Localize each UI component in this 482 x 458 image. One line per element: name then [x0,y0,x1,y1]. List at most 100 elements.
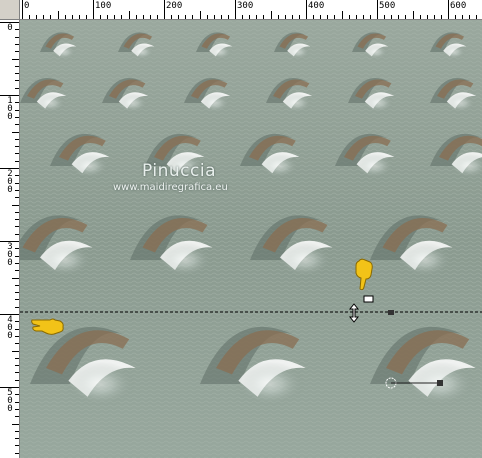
ruler-tick [369,15,371,19]
ruler-tick [15,197,19,199]
ruler-tick [121,15,123,19]
ruler-label: 0 [7,331,13,341]
ruler-tick [15,262,19,264]
vertical-ruler[interactable]: 0100200300400500 [0,20,20,458]
ruler-label: 500 [379,1,396,11]
tooltip-box [363,295,374,303]
ruler-tick [36,15,38,19]
ruler-tick [405,15,407,19]
ruler-tick [462,15,464,19]
ruler-tick [15,248,19,250]
ruler-label: 0 [7,112,13,122]
ruler-tick [12,131,19,133]
ruler-tick [43,15,45,19]
ruler-tick [15,51,19,53]
ruler-tick [12,423,19,425]
ruler-tick [15,73,19,75]
ruler-label: 0 [7,258,13,268]
ruler-tick [12,204,19,206]
ruler-tick [15,452,19,454]
ruler-tick [85,15,87,19]
ruler-tick [220,15,222,19]
ruler-tick [15,87,19,89]
ruler-tick [377,0,378,19]
ruler-tick [15,226,19,228]
ruler-tick [15,189,19,191]
guide-handle [388,310,394,315]
ruler-tick [149,15,151,19]
ruler-tick [15,36,19,38]
ruler-tick [171,15,173,19]
ruler-tick [142,15,144,19]
ruler-tick [284,15,286,19]
ruler-corner [0,0,20,20]
ruler-tick [50,15,52,19]
ruler-tick [15,219,19,221]
horizontal-ruler[interactable]: 0 100 200 300 400 500 600 [20,0,482,20]
ruler-tick [15,335,19,337]
ruler-tick [227,15,229,19]
ruler-label: 200 [166,1,183,11]
ruler-tick [15,109,19,111]
ruler-tick [164,0,165,19]
ruler-tick [398,15,400,19]
ruler-tick [185,15,187,19]
ruler-tick [15,438,19,440]
ruler-tick [15,175,19,177]
ruler-label: 100 [95,1,112,11]
ruler-tick [270,11,272,19]
ruler-tick [199,11,201,19]
ruler-tick [242,15,244,19]
ruler-tick [15,357,19,359]
ruler-tick [15,211,19,213]
ruler-tick [100,15,102,19]
move-cursor-icon [348,303,360,323]
ruler-tick [235,0,236,19]
ruler-tick [348,15,350,19]
ruler-tick [476,15,478,19]
ruler-tick [291,15,293,19]
ruler-tick [440,15,442,19]
rotation-handle-icon[interactable] [384,375,446,391]
ruler-tick [15,321,19,323]
ruler-tick [391,15,393,19]
ruler-label: 400 [308,1,325,11]
ruler-tick [15,146,19,148]
ruler-tick [15,284,19,286]
ruler-tick [93,0,94,19]
ruler-tick [57,11,59,19]
ruler-label: 0 [24,1,30,11]
ruler-tick [15,292,19,294]
ruler-tick [15,255,19,257]
ruler-tick [249,15,251,19]
ruler-tick [128,11,130,19]
ruler-tick [362,15,364,19]
ruler-tick [15,372,19,374]
ruler-tick [15,379,19,381]
ruler-tick [64,15,66,19]
ruler-tick [469,15,471,19]
ruler-tick [15,299,19,301]
ruler-tick [15,43,19,45]
ruler-tick [455,15,457,19]
ruler-tick [135,15,137,19]
ruler-tick [15,160,19,162]
ruler-tick [384,15,386,19]
ruler-label: 0 [7,404,13,414]
image-canvas[interactable]: Pinuccia www.maidiregrafica.eu [20,20,482,458]
ruler-tick [277,15,279,19]
ruler-tick [15,394,19,396]
ruler-tick [327,15,329,19]
ruler-label: 300 [237,1,254,11]
ruler-tick [15,328,19,330]
ruler-tick [29,15,31,19]
ruler-tick [22,0,23,19]
ruler-tick [341,11,343,19]
ruler-tick [15,138,19,140]
watermark-name: Pinuccia [142,161,216,181]
ruler-tick [78,15,80,19]
ruler-tick [15,306,19,308]
ruler-tick [263,15,265,19]
ruler-tick [15,270,19,272]
ruler-tick [412,11,414,19]
